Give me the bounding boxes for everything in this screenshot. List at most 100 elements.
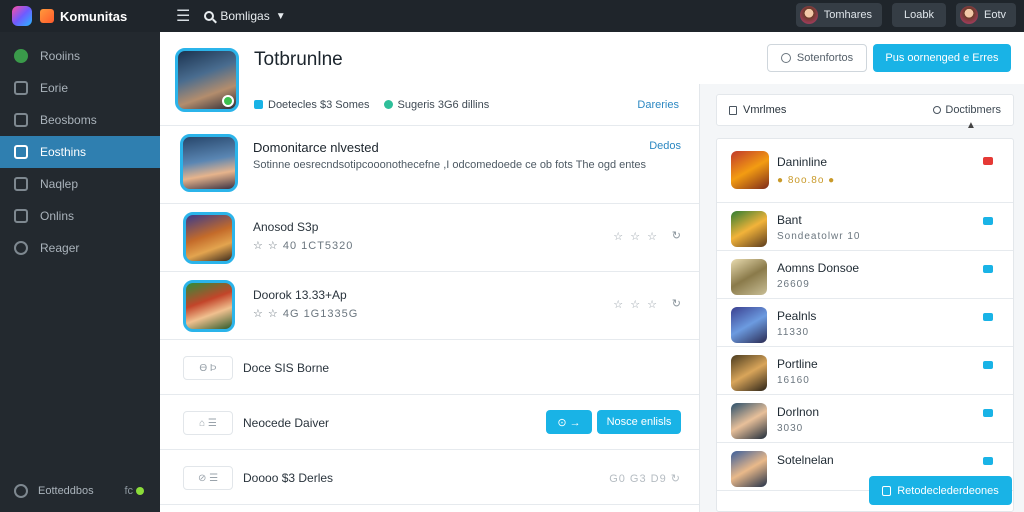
list-item[interactable]: Doorok 13.33+Ap ☆ ☆ 4G 1G1335G ☆ ☆ ☆ ↻: [160, 272, 699, 340]
flag-icon[interactable]: [983, 157, 993, 165]
list-item[interactable]: Pealnls 11330: [717, 299, 1013, 347]
refresh-icon[interactable]: ↻: [672, 229, 681, 242]
item-title: Pealnls: [777, 309, 817, 323]
brand[interactable]: Komunitas: [0, 6, 160, 26]
item-title: Dorlnon: [777, 405, 820, 419]
mouse-cursor-icon: ▲: [966, 120, 976, 131]
online-dot-icon: [136, 487, 144, 495]
game-thumbnail: [731, 259, 767, 295]
stat-label: Doetecles $3 Somes: [268, 98, 370, 111]
stats-link[interactable]: Dareries: [637, 99, 679, 111]
game-thumbnail: [731, 403, 767, 439]
game-meta: ☆ ☆ 4G 1G1335G: [253, 308, 359, 320]
sidebar-item-naqlep[interactable]: Naqlep: [0, 168, 160, 200]
list-item[interactable]: ⊘ ☰ Doooo $3 Derles G0 G3 D9 ↻: [160, 450, 699, 505]
right-panel-action[interactable]: Doctibmers: [933, 104, 1001, 116]
item-sub: 26609: [777, 279, 810, 290]
shield-icon: [383, 100, 393, 109]
game-avatar: [183, 212, 235, 264]
right-panel-list: Daninline ● 8oo.8o ● Bant Sondeatolwr 10…: [716, 138, 1014, 512]
status-badge: fc: [124, 485, 144, 497]
search-icon: [204, 11, 215, 21]
sidebar-item-label: Onlins: [40, 209, 75, 223]
link-label: Doooo $3 Derles: [243, 471, 334, 485]
item-title: Bant: [777, 213, 802, 227]
stat-label: Sugeris 3G6 dillins: [397, 98, 490, 111]
search-dropdown[interactable]: Bomligas ▼: [204, 9, 286, 23]
link-label: Neocede Daiver: [243, 416, 330, 430]
game-meta: ☆ ☆ 40 1CT5320: [253, 240, 354, 252]
item-sub: 11330: [777, 327, 810, 338]
game-thumbnail: [731, 211, 767, 247]
sidebar-footer[interactable]: Eotteddbos fc: [0, 478, 160, 504]
list-item[interactable]: Portline 16160: [717, 347, 1013, 395]
stat-item: Doetecles $3 Somes: [254, 99, 370, 111]
app-logo-secondary-icon: [40, 9, 54, 23]
item-title: Portline: [777, 357, 818, 371]
flag-icon[interactable]: [983, 265, 993, 273]
item-sub: 16160: [777, 375, 810, 386]
item-sub: Sondeatolwr 10: [777, 231, 861, 242]
list-item[interactable]: Anosod S3p ☆ ☆ 40 1CT5320 ☆ ☆ ☆ ↻: [160, 204, 699, 272]
featured-game-card[interactable]: Domonitarce nlvested Dedos Sotinne oesre…: [160, 126, 699, 204]
flag-icon[interactable]: [983, 313, 993, 321]
hamburger-menu-icon[interactable]: ☰: [176, 6, 190, 26]
featured-link[interactable]: Dedos: [649, 140, 681, 152]
settings-icon: [14, 484, 28, 498]
app-name: Komunitas: [60, 8, 128, 24]
game-avatar: [183, 280, 235, 332]
link-chip[interactable]: Ɵ Ϸ: [183, 356, 233, 380]
user-pill[interactable]: Tomhares: [795, 3, 882, 27]
link-meta: G0 G3 D9 ↻: [609, 473, 681, 485]
action-pill-label: Loabk: [904, 9, 934, 21]
user-icon: [14, 241, 28, 255]
star-rating-icon[interactable]: ☆ ☆ ☆: [613, 298, 659, 311]
sidebar-item-eosthins[interactable]: Eosthins: [0, 136, 160, 168]
list-item[interactable]: Aomns Donsoe 26609: [717, 251, 1013, 299]
game-title: Anosod S3p: [253, 220, 319, 234]
link-chip[interactable]: ⌂ ☰: [183, 411, 233, 435]
link-chip[interactable]: ⊘ ☰: [183, 466, 233, 490]
page-title: Totbrunlne: [254, 49, 343, 70]
list-item[interactable]: Dorlnon 3030: [717, 395, 1013, 443]
sidebar-item-eorie[interactable]: Eorie: [0, 72, 160, 104]
sidebar-item-beosboms[interactable]: Beosboms: [0, 104, 160, 136]
list-item[interactable]: Ɵ Ϸ Doce SIS Borne: [160, 340, 699, 395]
bottom-action-button[interactable]: Retodeclederdeones: [869, 476, 1012, 505]
right-panel-tab[interactable]: Vmrlmes: [729, 104, 786, 116]
item-title: Sotelnelan: [777, 453, 834, 467]
sidebar-footer-label: Eotteddbos: [38, 485, 94, 497]
sidebar-item-onlins[interactable]: Onlins: [0, 200, 160, 232]
action-button[interactable]: Nosce enlisls: [597, 410, 681, 434]
go-button[interactable]: ⊙ →: [546, 410, 592, 434]
sidebar-item-rooiins[interactable]: Rooiins: [0, 40, 160, 72]
top-bar: Komunitas ☰ Bomligas ▼ Tomhares Loabk Eo…: [0, 0, 1024, 32]
folder-icon: [14, 145, 28, 159]
item-title: Daninline: [777, 155, 828, 169]
secondary-button[interactable]: Sotenfortos: [767, 44, 867, 72]
online-badge-icon: [222, 95, 234, 107]
list-item[interactable]: Bant Sondeatolwr 10: [717, 203, 1013, 251]
game-thumbnail: [731, 151, 769, 189]
user-pill-label: Tomhares: [823, 9, 872, 21]
secondary-button-label: Sotenfortos: [796, 52, 854, 64]
flag-icon[interactable]: [983, 457, 993, 465]
stats-row: Doetecles $3 Somes Sugeris 3G6 dillins D…: [160, 84, 699, 126]
flag-icon[interactable]: [983, 409, 993, 417]
flag-icon[interactable]: [983, 361, 993, 369]
flag-icon[interactable]: [983, 217, 993, 225]
sidebar-item-reager[interactable]: Reager: [0, 232, 160, 264]
profile-pill[interactable]: Eotv: [955, 3, 1016, 27]
star-rating-icon[interactable]: ☆ ☆ ☆: [613, 230, 659, 243]
status-badge-label: fc: [124, 485, 133, 497]
action-pill[interactable]: Loabk: [892, 3, 946, 27]
list-item[interactable]: Daninline ● 8oo.8o ●: [717, 139, 1013, 203]
item-sub: 3030: [777, 423, 804, 434]
list-icon: [14, 209, 28, 223]
header-game-avatar[interactable]: [175, 48, 239, 112]
refresh-icon[interactable]: ↻: [672, 297, 681, 310]
avatar: [799, 6, 818, 24]
list-item[interactable]: ⌂ ☰ Neocede Daiver ⊙ → Nosce enlisls: [160, 395, 699, 450]
featured-title: Domonitarce nlvested: [253, 140, 379, 155]
primary-button[interactable]: Pus oornenged e Erres: [873, 44, 1011, 72]
